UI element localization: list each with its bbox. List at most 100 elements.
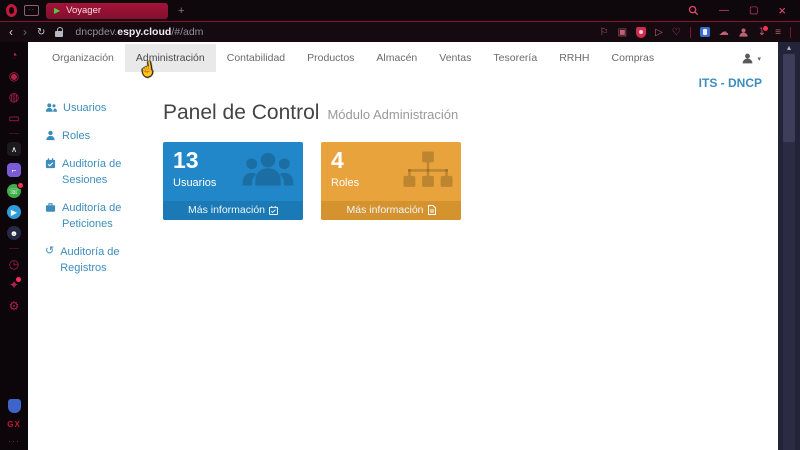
scroll-track[interactable] xyxy=(783,54,795,450)
role-user-icon xyxy=(45,130,56,141)
new-tab-button[interactable]: + xyxy=(178,5,184,17)
settings-gear-icon[interactable]: ⚙ xyxy=(9,299,20,313)
sidebar-divider xyxy=(9,133,19,134)
whatsapp-icon[interactable]: ☏ xyxy=(7,184,21,198)
play-favicon: ▶ xyxy=(54,7,60,15)
search-icon[interactable] xyxy=(688,5,699,16)
flow-cloud-icon[interactable]: ☁ xyxy=(719,27,729,38)
calendar-check-icon xyxy=(45,158,56,169)
sitemap-icon xyxy=(401,149,455,191)
history-icon: ↺ xyxy=(45,245,54,277)
widget-body: 4 Roles xyxy=(321,142,461,201)
scroll-thumb[interactable] xyxy=(783,54,795,142)
briefcase-icon xyxy=(45,202,56,213)
page-title-text: Panel de Control xyxy=(163,101,319,125)
nav-item-rrhh[interactable]: RRHH xyxy=(548,44,600,72)
video-popout-icon[interactable]: ▷ xyxy=(655,27,663,38)
sidebar-item-auditoria-registros[interactable]: ↺ Auditoría de Registros xyxy=(45,245,163,277)
sidebar-item-label: Auditoría de Peticiones xyxy=(62,201,144,233)
url-path: /#/adm xyxy=(171,26,203,38)
nav-item-almacen[interactable]: Almacén xyxy=(365,44,428,72)
page-title: Panel de Control Módulo Administración xyxy=(163,101,778,125)
widget-footer-link[interactable]: Más información xyxy=(321,201,461,220)
close-button[interactable]: × xyxy=(778,3,786,18)
user-icon xyxy=(741,52,754,65)
page-subtitle: Módulo Administración xyxy=(327,107,458,122)
main-panel: Panel de Control Módulo Administración 1… xyxy=(163,101,778,289)
nav-item-tesoreria[interactable]: Tesorería xyxy=(482,44,548,72)
pinboards-badge xyxy=(15,276,22,283)
gx-player-icon[interactable]: ▭ xyxy=(8,111,19,125)
back-icon[interactable]: ‹ xyxy=(9,26,13,38)
browser-tab[interactable]: ▶ Voyager xyxy=(46,3,168,19)
pin-icon[interactable]: ⚐ xyxy=(600,27,609,38)
footer-label: Más información xyxy=(346,204,423,216)
sidebar-item-roles[interactable]: Roles xyxy=(45,129,163,145)
reload-icon[interactable]: ↻ xyxy=(37,27,45,38)
nav-item-contabilidad[interactable]: Contabilidad xyxy=(216,44,296,72)
address-bar[interactable]: dncpdev. espy.cloud /#/adm xyxy=(75,26,203,38)
users-icon xyxy=(45,102,57,113)
calendar-icon xyxy=(269,206,278,215)
file-icon xyxy=(428,205,436,215)
sidebar-item-label: Auditoría de Sesiones xyxy=(62,157,144,189)
snapshot-icon[interactable]: ▣ xyxy=(618,27,627,38)
nav-item-organizacion[interactable]: Organización xyxy=(41,44,125,72)
sidebar-setup-icon[interactable]: ··· xyxy=(8,436,20,446)
minimize-button[interactable]: — xyxy=(719,5,729,16)
sidebar-divider xyxy=(9,248,19,249)
pinboards-icon[interactable]: ✦ xyxy=(9,278,19,292)
tab-strip: ·· ▶ Voyager + — ▢ × xyxy=(0,0,800,21)
chevron-down-icon: ▾ xyxy=(757,55,761,63)
scroll-up-icon[interactable]: ▴ xyxy=(787,44,791,52)
profile-icon[interactable] xyxy=(738,27,749,38)
tab-title: Voyager xyxy=(66,5,101,16)
user-menu[interactable]: ▾ xyxy=(741,52,761,65)
twitch-icon[interactable]: ⌐ xyxy=(7,163,21,177)
page-scrollbar[interactable]: ▴ xyxy=(778,42,800,450)
gx-mods-icon[interactable]: ◍ xyxy=(9,90,19,104)
downloads-icon[interactable]: ↧ xyxy=(758,27,766,38)
gx-corner-icon[interactable]: ◔ xyxy=(10,48,17,62)
toolbar-divider xyxy=(690,27,691,38)
discord-icon[interactable]: ☻ xyxy=(7,226,21,240)
mouse-cursor: ☝ xyxy=(138,60,158,79)
web-page: Organización Administración Contabilidad… xyxy=(28,42,778,450)
sidebar-item-auditoria-sesiones[interactable]: Auditoría de Sesiones xyxy=(45,157,163,189)
forward-icon[interactable]: › xyxy=(23,26,27,38)
address-toolbar: ‹ › ↻ dncpdev. espy.cloud /#/adm ⚐ ▣ ▷ ♡… xyxy=(0,22,800,42)
nav-item-ventas[interactable]: Ventas xyxy=(428,44,482,72)
menu-icon[interactable]: ≡ xyxy=(775,27,781,38)
widget-footer-link[interactable]: Más información xyxy=(163,201,303,220)
widget-body: 13 Usuarios xyxy=(163,142,303,201)
adblock-shield-icon[interactable] xyxy=(636,27,646,38)
aria-ai-icon[interactable]: ∧ xyxy=(7,142,21,156)
whatsapp-badge xyxy=(17,182,24,189)
bookmark-heart-icon[interactable]: ♡ xyxy=(672,27,681,38)
opera-logo-icon[interactable] xyxy=(6,4,17,17)
nav-item-productos[interactable]: Productos xyxy=(296,44,365,72)
workspace-icon[interactable]: ·· xyxy=(24,5,39,16)
content-area: Usuarios Roles Auditoría de Sesiones Aud… xyxy=(28,101,778,289)
gx-control-icon[interactable]: ◉ xyxy=(9,69,19,83)
sidebar-item-usuarios[interactable]: Usuarios xyxy=(45,101,163,117)
nav-item-compras[interactable]: Compras xyxy=(601,44,666,72)
telegram-icon[interactable]: ▶ xyxy=(7,205,21,219)
extension-icon[interactable] xyxy=(700,27,710,37)
maximize-button[interactable]: ▢ xyxy=(749,5,758,16)
extension-shield-icon[interactable] xyxy=(8,399,21,413)
padlock-icon[interactable] xyxy=(55,31,63,37)
footer-label: Más información xyxy=(188,204,265,216)
sidebar-item-label: Auditoría de Registros xyxy=(60,245,142,277)
history-icon[interactable]: ◷ xyxy=(9,257,19,271)
sidebar-item-label: Roles xyxy=(62,129,144,145)
gx-sidebar: ◔ ◉ ◍ ▭ ∧ ⌐ ☏ ▶ ☻ ◷ ✦ ⚙ GX ··· xyxy=(0,42,28,450)
sidebar-item-label: Usuarios xyxy=(63,101,145,117)
widgets-row: 13 Usuarios Más información 4 xyxy=(163,142,778,220)
window-controls: — ▢ × xyxy=(688,3,794,18)
toolbar-extensions: ⚐ ▣ ▷ ♡ ☁ ↧ ≡ xyxy=(600,27,791,38)
url-subdomain: dncpdev. xyxy=(75,26,117,38)
sidebar-item-auditoria-peticiones[interactable]: Auditoría de Peticiones xyxy=(45,201,163,233)
url-domain: espy.cloud xyxy=(117,26,171,38)
browser-window: ·· ▶ Voyager + — ▢ × ‹ › ↻ dncpdev. espy… xyxy=(0,0,800,450)
